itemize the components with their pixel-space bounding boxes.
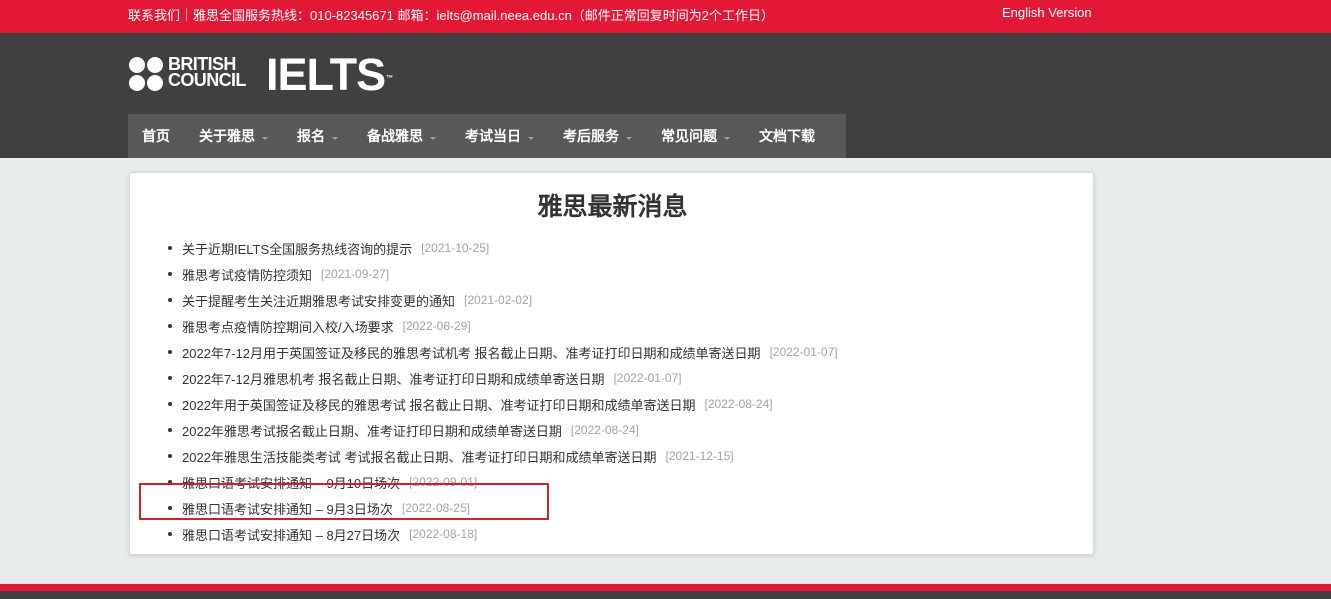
nav-item-about[interactable]: 关于雅思: [199, 114, 268, 158]
news-link[interactable]: 2022年雅思生活技能类考试 考试报名截止日期、准考证打印日期和成绩单寄送日期: [182, 447, 657, 466]
chevron-down-icon: [528, 136, 534, 140]
news-link[interactable]: 2022年7-12月雅思机考 报名截止日期、准考证打印日期和成绩单寄送日期: [182, 369, 605, 388]
news-item: 关于提醒考生关注近期雅思考试安排变更的通知 [2021-02-02]: [168, 287, 838, 313]
news-date: [2021-10-25]: [421, 241, 490, 255]
news-item: 2022年雅思生活技能类考试 考试报名截止日期、准考证打印日期和成绩单寄送日期 […: [168, 443, 838, 469]
nav-item-register[interactable]: 报名: [297, 114, 338, 158]
bullet-icon: [168, 532, 172, 536]
footer-red-bar: [0, 584, 1331, 591]
site-header: BRITISH COUNCIL IELTS™ 首页 关于雅思 报名 备战雅思 考…: [0, 33, 1331, 158]
top-bar: 联系我们｜雅思全国服务热线：010-82345671 邮箱：ielts@mail…: [0, 0, 1331, 33]
news-item: 雅思考试疫情防控须知 [2021-09-27]: [168, 261, 838, 287]
highlight-annotation-box: [139, 483, 549, 520]
news-date: [2021-02-02]: [464, 293, 533, 307]
main-nav: 首页 关于雅思 报名 备战雅思 考试当日 考后服务 常见问题 文档下载: [128, 114, 846, 158]
british-council-dots-icon: [129, 57, 163, 91]
news-date: [2021-12-15]: [665, 449, 734, 463]
news-item: 2022年7-12月雅思机考 报名截止日期、准考证打印日期和成绩单寄送日期 [20…: [168, 365, 838, 391]
news-link[interactable]: 2022年用于英国签证及移民的雅思考试 报名截止日期、准考证打印日期和成绩单寄送…: [182, 395, 696, 414]
news-item: 雅思口语考试安排通知 – 8月27日场次 [2022-08-18]: [168, 521, 838, 547]
nav-item-prepare[interactable]: 备战雅思: [367, 114, 436, 158]
news-item: 2022年用于英国签证及移民的雅思考试 报名截止日期、准考证打印日期和成绩单寄送…: [168, 391, 838, 417]
bullet-icon: [168, 350, 172, 354]
bullet-icon: [168, 402, 172, 406]
bullet-icon: [168, 324, 172, 328]
news-item: 2022年雅思考试报名截止日期、准考证打印日期和成绩单寄送日期 [2022-08-…: [168, 417, 838, 443]
nav-item-after-test[interactable]: 考后服务: [563, 114, 632, 158]
chevron-down-icon: [262, 136, 268, 140]
nav-item-test-day[interactable]: 考试当日: [465, 114, 534, 158]
nav-item-faq[interactable]: 常见问题: [661, 114, 730, 158]
british-council-wordmark: BRITISH COUNCIL: [168, 54, 246, 90]
news-date: [2021-09-27]: [321, 267, 390, 281]
news-link[interactable]: 雅思口语考试安排通知 – 8月27日场次: [182, 525, 400, 544]
news-date: [2022-01-07]: [613, 371, 682, 385]
news-item: 雅思考点疫情防控期间入校/入场要求 [2022-08-29]: [168, 313, 838, 339]
news-date: [2022-08-24]: [570, 423, 639, 437]
news-date: [2022-01-07]: [769, 345, 838, 359]
chevron-down-icon: [332, 136, 338, 140]
chevron-down-icon: [724, 136, 730, 140]
nav-item-downloads[interactable]: 文档下载: [759, 114, 815, 158]
chevron-down-icon: [626, 136, 632, 140]
bullet-icon: [168, 454, 172, 458]
news-link[interactable]: 关于近期IELTS全国服务热线咨询的提示: [182, 239, 412, 258]
nav-item-home[interactable]: 首页: [142, 114, 170, 158]
bullet-icon: [168, 298, 172, 302]
news-item: 关于近期IELTS全国服务热线咨询的提示 [2021-10-25]: [168, 235, 838, 261]
news-link[interactable]: 2022年7-12月用于英国签证及移民的雅思考试机考 报名截止日期、准考证打印日…: [182, 343, 761, 362]
footer-dark-bar: [0, 591, 1331, 599]
bullet-icon: [168, 376, 172, 380]
news-link[interactable]: 雅思考试疫情防控须知: [182, 265, 312, 284]
news-date: [2022-08-24]: [704, 397, 773, 411]
bullet-icon: [168, 428, 172, 432]
bullet-icon: [168, 246, 172, 250]
news-date: [2022-08-18]: [409, 527, 478, 541]
contact-info: 联系我们｜雅思全国服务热线：010-82345671 邮箱：ielts@mail…: [128, 8, 775, 23]
english-version-link[interactable]: English Version: [1002, 5, 1092, 20]
bullet-icon: [168, 272, 172, 276]
news-link[interactable]: 关于提醒考生关注近期雅思考试安排变更的通知: [182, 291, 455, 310]
chevron-down-icon: [430, 136, 436, 140]
news-link[interactable]: 2022年雅思考试报名截止日期、准考证打印日期和成绩单寄送日期: [182, 421, 562, 440]
news-item: 2022年7-12月用于英国签证及移民的雅思考试机考 报名截止日期、准考证打印日…: [168, 339, 838, 365]
page-title: 雅思最新消息: [537, 193, 688, 221]
news-date: [2022-08-29]: [402, 319, 471, 333]
news-link[interactable]: 雅思考点疫情防控期间入校/入场要求: [182, 317, 394, 336]
ielts-wordmark: IELTS™: [266, 49, 393, 100]
